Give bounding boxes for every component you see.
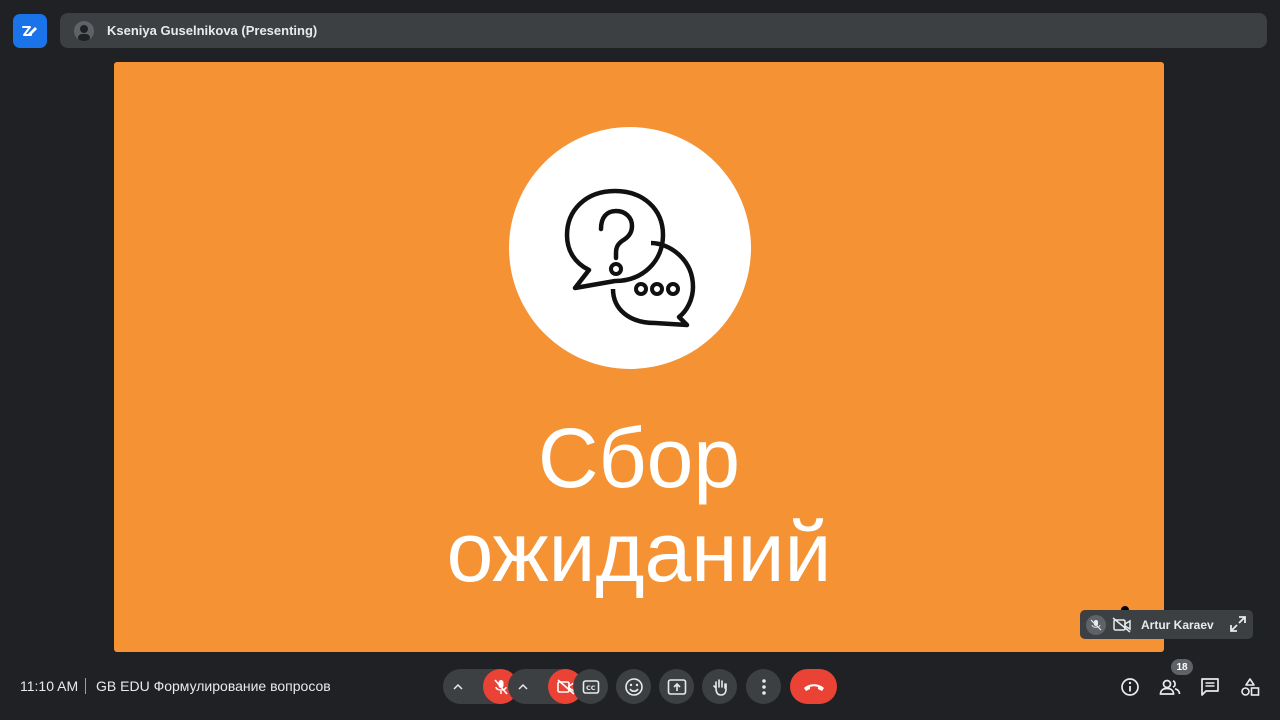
participant-name: Artur Karaev xyxy=(1141,617,1214,632)
participant-count-badge: 18 xyxy=(1171,659,1193,675)
present-screen-icon xyxy=(667,678,686,695)
slide-title-line-1: Сбор xyxy=(537,411,741,505)
expand-icon[interactable] xyxy=(1229,615,1247,633)
camera-control-group xyxy=(508,669,583,704)
chat-icon xyxy=(1201,678,1219,696)
chevron-up-icon xyxy=(453,683,463,690)
camera-options-button[interactable] xyxy=(508,669,538,704)
emoji-icon xyxy=(624,677,643,696)
shared-slide: Сбор ожиданий xyxy=(114,62,1164,652)
meeting-details-button[interactable] xyxy=(1119,676,1141,698)
reactions-button[interactable] xyxy=(616,669,651,704)
presenter-avatar xyxy=(74,20,94,41)
meet-app-icon[interactable] xyxy=(13,14,47,48)
present-button[interactable] xyxy=(659,669,694,704)
question-and-chat-bubbles-icon xyxy=(564,188,696,328)
chat-button[interactable] xyxy=(1199,676,1221,698)
meeting-name[interactable]: GB EDU Формулирование вопросов xyxy=(96,678,331,694)
footer-divider xyxy=(85,678,86,694)
participant-tile[interactable]: Artur Karaev xyxy=(1080,610,1253,639)
slide-title-line-2: ожиданий xyxy=(446,505,832,599)
hang-up-icon xyxy=(803,683,824,691)
captions-button[interactable]: CC xyxy=(573,669,608,704)
captions-icon: CC xyxy=(582,679,599,694)
meeting-clock: 11:10 AM xyxy=(20,678,79,694)
info-icon xyxy=(1121,678,1139,696)
raise-hand-button[interactable] xyxy=(702,669,737,704)
activities-button[interactable] xyxy=(1239,676,1261,698)
mic-control-group xyxy=(443,669,518,704)
more-options-button[interactable] xyxy=(746,669,781,704)
activities-icon xyxy=(1241,678,1260,696)
svg-text:CC: CC xyxy=(586,684,596,692)
raise-hand-icon xyxy=(712,678,727,696)
slide-icon-circle xyxy=(509,127,751,369)
chevron-up-icon xyxy=(518,683,528,690)
people-icon xyxy=(1159,679,1181,695)
presenter-bar: Kseniya Guselnikova (Presenting) xyxy=(60,13,1267,48)
mic-off-icon xyxy=(1086,614,1106,635)
camera-off-icon xyxy=(1112,616,1132,633)
mic-options-button[interactable] xyxy=(443,669,473,704)
mic-off-icon xyxy=(493,678,508,695)
presenter-name: Kseniya Guselnikova (Presenting) xyxy=(107,23,318,38)
more-vertical-icon xyxy=(761,678,766,695)
people-button[interactable] xyxy=(1159,676,1181,698)
leave-call-button[interactable] xyxy=(790,669,837,704)
